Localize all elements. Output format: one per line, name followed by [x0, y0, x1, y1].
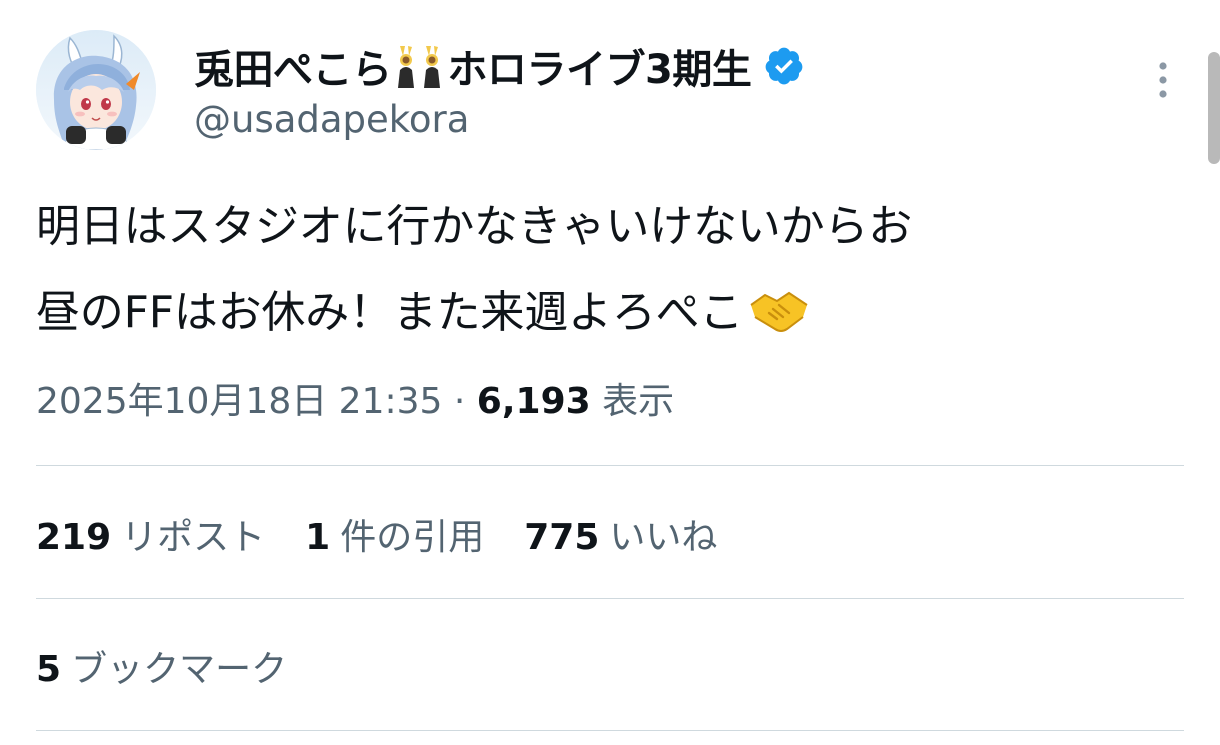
divider: [36, 730, 1184, 731]
tweet-text: 明日はスタジオに行かなきゃいけないからお 昼のFFはお休み！また来週よろぺこ: [36, 184, 1196, 356]
bookmarks-count: 5: [36, 649, 62, 690]
tweet-text-line-1: 明日はスタジオに行かなきゃいけないからお: [36, 201, 912, 252]
tweet-header: 兎田ぺこら ホロライブ3期生 @usadapekora: [36, 30, 1186, 154]
display-name-suffix[interactable]: ホロライブ3期生: [448, 37, 752, 95]
divider: [36, 598, 1184, 599]
views-label: 表示: [602, 381, 675, 422]
user-handle[interactable]: @usadapekora: [194, 98, 469, 141]
reposts-label: リポスト: [121, 517, 266, 558]
reposts-stat[interactable]: 219 リポスト: [36, 508, 265, 560]
tweet-meta: 2025年10月18日 21:35 · 6,193 表示: [36, 372, 674, 424]
bookmarks-label: ブックマーク: [71, 649, 288, 690]
bookmarks-stat[interactable]: 5 ブックマーク: [36, 640, 287, 692]
engagement-stats: 219 リポスト 1 件の引用 775 いいね: [36, 508, 757, 560]
quotes-label: 件の引用: [340, 517, 485, 558]
name-row: 兎田ぺこら ホロライブ3期生: [194, 36, 805, 96]
tweet-text-line-2: 昼のFFはお休み！また来週よろぺこ: [36, 270, 1196, 356]
likes-label: いいね: [609, 517, 718, 558]
quotes-count: 1: [305, 517, 331, 558]
more-options-icon[interactable]: [1156, 60, 1170, 100]
likes-stat[interactable]: 775 いいね: [524, 508, 717, 560]
quotes-stat[interactable]: 1 件の引用: [305, 508, 484, 560]
divider: [36, 465, 1184, 466]
tweet-text-line-2-text: 昼のFFはお休み！また来週よろぺこ: [36, 287, 744, 338]
views-count: 6,193: [476, 381, 591, 422]
verified-badge-icon[interactable]: [763, 45, 805, 87]
meta-separator: ·: [453, 381, 466, 422]
likes-count: 775: [524, 517, 600, 558]
bunny-girls-emoji-icon: [392, 44, 448, 88]
scrollbar-thumb[interactable]: [1208, 52, 1220, 164]
handshake-emoji-icon: [747, 278, 811, 332]
reposts-count: 219: [36, 517, 112, 558]
tweet-timestamp[interactable]: 2025年10月18日 21:35: [36, 381, 442, 422]
user-avatar[interactable]: [36, 30, 156, 150]
display-name-prefix[interactable]: 兎田ぺこら: [194, 37, 392, 95]
